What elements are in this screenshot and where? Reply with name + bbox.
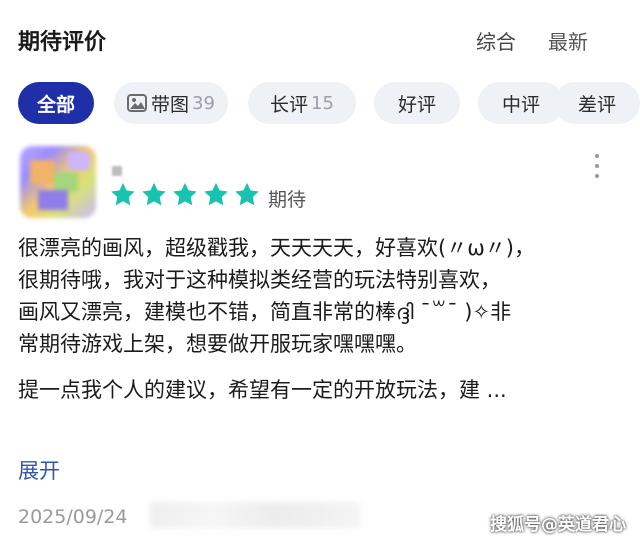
filter-chips: 全部 带图 39 长评 15 好评 中评 差评 bbox=[18, 82, 640, 126]
review-line: 很漂亮的画风，超级戳我，天天天天，好喜欢(〃ω〃)， bbox=[18, 236, 535, 260]
review-line: 画风又漂亮，建模也不错，简直非常的棒ദ്ദി ˉ꒳ˉ )✧非 bbox=[18, 300, 512, 324]
star-rating bbox=[110, 182, 260, 207]
rating-label: 期待 bbox=[268, 189, 307, 211]
section-title: 期待评价 bbox=[18, 30, 107, 55]
filter-negative-label: 差评 bbox=[577, 93, 616, 116]
review-line: 常期待游戏上架，想要做开服玩家嘿嘿嘿。 bbox=[18, 332, 417, 356]
username-redacted bbox=[112, 166, 122, 176]
filter-long-reviews-label: 长评 bbox=[270, 93, 309, 116]
review-line: 很期待哦，我对于这种模拟类经营的玩法特别喜欢， bbox=[18, 268, 501, 292]
filter-with-images[interactable]: 带图 39 bbox=[114, 82, 228, 124]
avatar[interactable] bbox=[20, 146, 96, 218]
filter-negative[interactable]: 差评 bbox=[554, 82, 640, 124]
header: 期待评价 综合 最新 bbox=[18, 24, 622, 58]
expand-link[interactable]: 展开 bbox=[18, 455, 60, 485]
filter-neutral[interactable]: 中评 bbox=[478, 82, 564, 124]
filter-all-label: 全部 bbox=[36, 93, 75, 116]
star-icon bbox=[172, 182, 198, 207]
filter-long-reviews-count: 15 bbox=[311, 92, 334, 114]
filter-with-images-label: 带图 bbox=[151, 93, 190, 116]
more-options-icon[interactable] bbox=[594, 154, 600, 178]
review-truncated-line: 提一点我个人的建议，希望有一定的开放玩法，建 ... bbox=[18, 378, 507, 402]
review-date: 2025/09/24 bbox=[18, 506, 128, 528]
review-text: 很漂亮的画风，超级戳我，天天天天，好喜欢(〃ω〃)， 很期待哦，我对于这种模拟类… bbox=[18, 232, 622, 406]
filter-positive-label: 好评 bbox=[397, 93, 436, 116]
filter-with-images-count: 39 bbox=[192, 92, 215, 114]
star-icon bbox=[203, 182, 229, 207]
filter-long-reviews[interactable]: 长评 15 bbox=[248, 82, 356, 124]
sort-comprehensive[interactable]: 综合 bbox=[476, 26, 516, 55]
filter-all[interactable]: 全部 bbox=[18, 82, 94, 124]
star-icon bbox=[234, 182, 260, 207]
filter-positive[interactable]: 好评 bbox=[374, 82, 460, 124]
star-icon bbox=[110, 182, 136, 207]
watermark: 搜狐号@英道君心 bbox=[490, 515, 626, 535]
sort-latest[interactable]: 最新 bbox=[548, 26, 588, 55]
filter-neutral-label: 中评 bbox=[501, 93, 540, 116]
star-icon bbox=[141, 182, 167, 207]
image-icon bbox=[127, 94, 148, 112]
redacted-area bbox=[150, 502, 360, 528]
